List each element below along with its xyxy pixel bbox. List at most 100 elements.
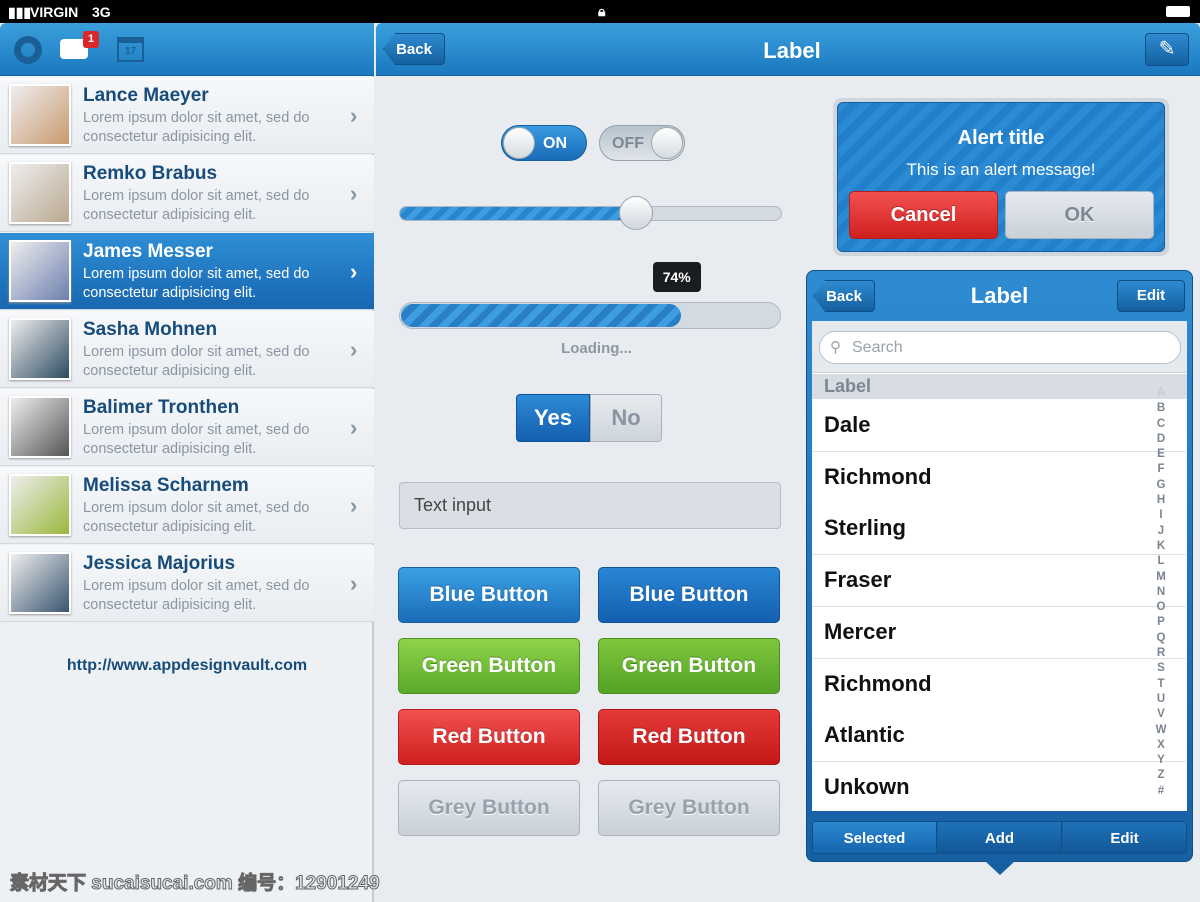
list-item[interactable]: Richmond [812,658,1186,711]
alert-ok-button[interactable]: OK [1005,191,1154,239]
toggle-on[interactable]: ON [501,125,587,161]
list-item[interactable]: Unkown [812,761,1186,811]
index-letter[interactable]: V [1153,707,1169,722]
text-input[interactable] [399,482,781,529]
popover-edit-button[interactable]: Edit [1117,280,1185,312]
contact-row[interactable]: James Messer Lorem ipsum dolor sit amet,… [0,233,374,310]
chevron-right-icon: › [350,337,358,362]
contact-name: Balimer Tronthen [83,397,240,418]
contact-desc: Lorem ipsum dolor sit amet, sed do conse… [83,110,310,145]
index-letter[interactable]: R [1153,646,1169,661]
website-link[interactable]: http://www.appdesignvault.com [0,657,374,675]
contact-row[interactable]: Lance Maeyer Lorem ipsum dolor sit amet,… [0,77,374,154]
toolbar-tab-add[interactable]: Add [938,822,1062,853]
contact-desc: Lorem ipsum dolor sit amet, sed do conse… [83,500,310,535]
contact-name: Jessica Majorius [83,553,236,574]
contact-name: Sasha Mohnen [83,319,218,340]
list-item[interactable]: Fraser [812,555,1186,608]
avatar [9,474,71,536]
sidebar-header: 1 17 [0,23,374,76]
lifebuoy-icon[interactable] [14,36,42,64]
search-input[interactable]: ⚲ Search [819,331,1181,364]
alphabet-index[interactable]: A B C D E F G H I J K L M N O P Q R S T U V W X Y Z # [1153,386,1169,799]
list-item[interactable]: Sterling [812,503,1186,556]
network: 3G [92,4,111,20]
chevron-right-icon: › [350,415,358,440]
index-letter[interactable]: A [1153,386,1169,401]
contact-row[interactable]: Jessica Majorius Lorem ipsum dolor sit a… [0,545,374,622]
index-letter[interactable]: X [1153,738,1169,753]
signal-icon: ▮▮▮ [8,4,32,20]
chevron-right-icon: › [350,181,358,206]
loading-label: Loading... [561,340,632,357]
toggle-on-label: ON [543,135,567,152]
contact-desc: Lorem ipsum dolor sit amet, sed do conse… [83,578,310,613]
red-button-2[interactable]: Red Button [598,709,780,765]
blue-button-1[interactable]: Blue Button [398,567,580,623]
index-letter[interactable]: D [1153,432,1169,447]
slider-thumb[interactable] [619,196,654,230]
index-letter[interactable]: K [1153,539,1169,554]
index-letter[interactable]: M [1153,570,1169,585]
index-letter[interactable]: U [1153,692,1169,707]
watermark: 素材天下 sucaisucai.com 编号：12901249 [10,873,381,895]
contact-row[interactable]: Remko Brabus Lorem ipsum dolor sit amet,… [0,155,374,232]
green-button-2[interactable]: Green Button [598,638,780,694]
battery-icon [1166,6,1190,17]
slider[interactable] [399,196,782,230]
index-letter[interactable]: G [1153,478,1169,493]
list-item[interactable]: Atlantic [812,710,1186,763]
popover-toolbar: Selected Add Edit [812,821,1187,854]
segment-yes[interactable]: Yes [516,394,590,442]
index-letter[interactable]: H [1153,493,1169,508]
contact-name: Remko Brabus [83,163,218,184]
contact-name: James Messer [83,241,213,262]
index-letter[interactable]: S [1153,661,1169,676]
index-letter[interactable]: C [1153,417,1169,432]
index-letter[interactable]: P [1153,615,1169,630]
index-letter[interactable]: L [1153,554,1169,569]
alert-cancel-button[interactable]: Cancel [849,191,998,239]
toolbar-tab-edit[interactable]: Edit [1063,822,1186,853]
index-letter[interactable]: F [1153,462,1169,477]
section-header: Label [812,374,1187,399]
list-item[interactable]: Richmond [812,451,1186,504]
status-bar: ▮▮▮ VIRGIN 3G 🔒︎ [0,0,1200,23]
chevron-right-icon: › [350,103,358,128]
index-letter[interactable]: I [1153,508,1169,523]
contact-row[interactable]: Melissa Scharnem Lorem ipsum dolor sit a… [0,467,374,544]
segment-no[interactable]: No [590,394,662,442]
main-header: Back Label ✎ [376,23,1200,76]
index-letter[interactable]: # [1153,784,1169,799]
list-item[interactable]: Dale [812,400,1186,452]
chevron-right-icon: › [350,571,358,596]
list-item[interactable]: Mercer [812,606,1186,659]
index-letter[interactable]: B [1153,401,1169,416]
grey-button-2[interactable]: Grey Button [598,780,780,836]
toggle-off-label: OFF [612,135,644,152]
grey-button-1[interactable]: Grey Button [398,780,580,836]
green-button-1[interactable]: Green Button [398,638,580,694]
index-letter[interactable]: T [1153,677,1169,692]
index-letter[interactable]: N [1153,585,1169,600]
contact-row[interactable]: Balimer Tronthen Lorem ipsum dolor sit a… [0,389,374,466]
avatar [9,240,71,302]
contact-row[interactable]: Sasha Mohnen Lorem ipsum dolor sit amet,… [0,311,374,388]
index-letter[interactable]: E [1153,447,1169,462]
index-letter[interactable]: Y [1153,753,1169,768]
chevron-right-icon: › [350,259,358,284]
popover: Back Label Edit ⚲ Search Label Dale Richm… [806,270,1193,875]
popover-list: ⚲ Search Label Dale Richmond Sterling Frase… [812,321,1187,811]
compose-icon[interactable]: ✎ [1145,33,1189,66]
index-letter[interactable]: Q [1153,631,1169,646]
calendar-icon[interactable]: 17 [117,37,144,62]
index-letter[interactable]: J [1153,524,1169,539]
blue-button-2[interactable]: Blue Button [598,567,780,623]
toolbar-tab-selected[interactable]: Selected [813,822,937,853]
carrier: VIRGIN [30,4,79,20]
index-letter[interactable]: O [1153,600,1169,615]
index-letter[interactable]: Z [1153,768,1169,783]
red-button-1[interactable]: Red Button [398,709,580,765]
toggle-off[interactable]: OFF [599,125,685,161]
index-letter[interactable]: W [1153,723,1169,738]
